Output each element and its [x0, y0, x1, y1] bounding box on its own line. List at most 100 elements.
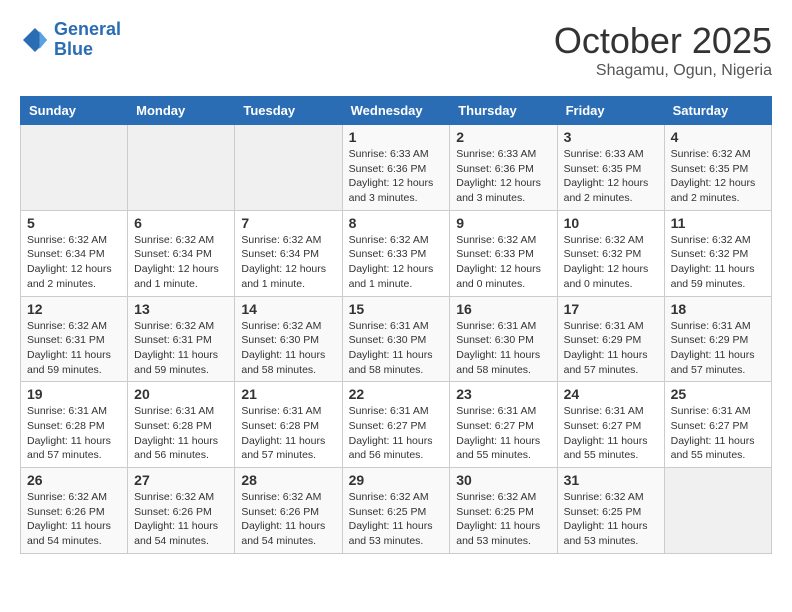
day-info: Sunrise: 6:32 AMSunset: 6:25 PMDaylight:… [456, 490, 550, 549]
calendar-cell: 1 Sunrise: 6:33 AMSunset: 6:36 PMDaylight… [342, 125, 450, 211]
day-number: 21 [241, 386, 335, 402]
header-friday: Friday [557, 97, 664, 125]
day-number: 2 [456, 129, 550, 145]
calendar-cell: 25 Sunrise: 6:31 AMSunset: 6:27 PMDayligh… [664, 382, 771, 468]
day-info: Sunrise: 6:31 AMSunset: 6:27 PMDaylight:… [456, 404, 550, 463]
calendar-week-1: 1 Sunrise: 6:33 AMSunset: 6:36 PMDaylight… [21, 125, 772, 211]
day-number: 23 [456, 386, 550, 402]
calendar-table: SundayMondayTuesdayWednesdayThursdayFrid… [20, 96, 772, 554]
calendar-cell: 10 Sunrise: 6:32 AMSunset: 6:32 PMDayligh… [557, 210, 664, 296]
calendar-cell: 15 Sunrise: 6:31 AMSunset: 6:30 PMDayligh… [342, 296, 450, 382]
day-info: Sunrise: 6:31 AMSunset: 6:30 PMDaylight:… [456, 319, 550, 378]
day-info: Sunrise: 6:33 AMSunset: 6:36 PMDaylight:… [349, 147, 444, 206]
day-number: 30 [456, 472, 550, 488]
day-number: 4 [671, 129, 765, 145]
calendar-cell: 23 Sunrise: 6:31 AMSunset: 6:27 PMDayligh… [450, 382, 557, 468]
day-number: 15 [349, 301, 444, 317]
day-info: Sunrise: 6:32 AMSunset: 6:33 PMDaylight:… [349, 233, 444, 292]
header-sunday: Sunday [21, 97, 128, 125]
day-info: Sunrise: 6:31 AMSunset: 6:29 PMDaylight:… [564, 319, 658, 378]
calendar-cell: 3Sunrise: 6:33 AMSunset: 6:35 PMDaylight… [557, 125, 664, 211]
day-number: 13 [134, 301, 228, 317]
day-info: Sunrise: 6:32 AMSunset: 6:31 PMDaylight:… [134, 319, 228, 378]
calendar-cell: 6 Sunrise: 6:32 AMSunset: 6:34 PMDaylight… [128, 210, 235, 296]
day-info: Sunrise: 6:32 AMSunset: 6:34 PMDaylight:… [241, 233, 335, 292]
day-number: 29 [349, 472, 444, 488]
calendar-cell: 14Sunrise: 6:32 AMSunset: 6:30 PMDayligh… [235, 296, 342, 382]
header-saturday: Saturday [664, 97, 771, 125]
calendar-cell: 13 Sunrise: 6:32 AMSunset: 6:31 PMDayligh… [128, 296, 235, 382]
header-wednesday: Wednesday [342, 97, 450, 125]
day-info: Sunrise: 6:31 AMSunset: 6:30 PMDaylight:… [349, 319, 444, 378]
calendar-week-4: 19Sunrise: 6:31 AMSunset: 6:28 PMDayligh… [21, 382, 772, 468]
day-info: Sunrise: 6:32 AMSunset: 6:26 PMDaylight:… [134, 490, 228, 549]
calendar-cell: 5 Sunrise: 6:32 AMSunset: 6:34 PMDaylight… [21, 210, 128, 296]
calendar-week-3: 12 Sunrise: 6:32 AMSunset: 6:31 PMDayligh… [21, 296, 772, 382]
day-info: Sunrise: 6:31 AMSunset: 6:28 PMDaylight:… [27, 404, 121, 463]
day-number: 8 [349, 215, 444, 231]
calendar-cell: 12 Sunrise: 6:32 AMSunset: 6:31 PMDayligh… [21, 296, 128, 382]
calendar-cell: 20 Sunrise: 6:31 AMSunset: 6:28 PMDayligh… [128, 382, 235, 468]
day-info: Sunrise: 6:33 AMSunset: 6:36 PMDaylight:… [456, 147, 550, 206]
logo-icon [20, 25, 50, 55]
day-info: Sunrise: 6:32 AMSunset: 6:26 PMDaylight:… [241, 490, 335, 549]
day-number: 27 [134, 472, 228, 488]
calendar-cell [664, 468, 771, 554]
logo-text: General Blue [54, 20, 121, 60]
day-number: 26 [27, 472, 121, 488]
day-info: Sunrise: 6:32 AMSunset: 6:34 PMDaylight:… [27, 233, 121, 292]
calendar-cell: 17 Sunrise: 6:31 AMSunset: 6:29 PMDayligh… [557, 296, 664, 382]
day-number: 20 [134, 386, 228, 402]
day-info: Sunrise: 6:31 AMSunset: 6:29 PMDaylight:… [671, 319, 765, 378]
day-info: Sunrise: 6:32 AMSunset: 6:32 PMDaylight:… [671, 233, 765, 292]
day-number: 16 [456, 301, 550, 317]
day-number: 12 [27, 301, 121, 317]
calendar-cell: 18Sunrise: 6:31 AMSunset: 6:29 PMDayligh… [664, 296, 771, 382]
day-info: Sunrise: 6:31 AMSunset: 6:28 PMDaylight:… [134, 404, 228, 463]
calendar-cell: 4Sunrise: 6:32 AMSunset: 6:35 PMDaylight… [664, 125, 771, 211]
calendar-cell: 8 Sunrise: 6:32 AMSunset: 6:33 PMDaylight… [342, 210, 450, 296]
day-number: 10 [564, 215, 658, 231]
calendar-cell: 27 Sunrise: 6:32 AMSunset: 6:26 PMDayligh… [128, 468, 235, 554]
header-tuesday: Tuesday [235, 97, 342, 125]
day-number: 5 [27, 215, 121, 231]
calendar-cell [21, 125, 128, 211]
day-number: 1 [349, 129, 444, 145]
calendar-cell: 11 Sunrise: 6:32 AMSunset: 6:32 PMDayligh… [664, 210, 771, 296]
calendar-week-5: 26 Sunrise: 6:32 AMSunset: 6:26 PMDayligh… [21, 468, 772, 554]
calendar-cell: 2 Sunrise: 6:33 AMSunset: 6:36 PMDaylight… [450, 125, 557, 211]
day-info: Sunrise: 6:32 AMSunset: 6:26 PMDaylight:… [27, 490, 121, 549]
day-info: Sunrise: 6:31 AMSunset: 6:27 PMDaylight:… [671, 404, 765, 463]
calendar-cell: 22 Sunrise: 6:31 AMSunset: 6:27 PMDayligh… [342, 382, 450, 468]
day-number: 17 [564, 301, 658, 317]
header-thursday: Thursday [450, 97, 557, 125]
calendar-cell: 7 Sunrise: 6:32 AMSunset: 6:34 PMDaylight… [235, 210, 342, 296]
calendar-cell: 19Sunrise: 6:31 AMSunset: 6:28 PMDayligh… [21, 382, 128, 468]
day-number: 24 [564, 386, 658, 402]
day-info: Sunrise: 6:32 AMSunset: 6:25 PMDaylight:… [349, 490, 444, 549]
day-info: Sunrise: 6:31 AMSunset: 6:27 PMDaylight:… [349, 404, 444, 463]
day-number: 6 [134, 215, 228, 231]
day-number: 11 [671, 215, 765, 231]
day-info: Sunrise: 6:32 AMSunset: 6:30 PMDaylight:… [241, 319, 335, 378]
calendar-cell: 28 Sunrise: 6:32 AMSunset: 6:26 PMDayligh… [235, 468, 342, 554]
day-number: 25 [671, 386, 765, 402]
page-header: General Blue October 2025 Shagamu, Ogun,… [20, 20, 772, 80]
day-number: 7 [241, 215, 335, 231]
day-info: Sunrise: 6:33 AMSunset: 6:35 PMDaylight:… [564, 147, 658, 206]
day-info: Sunrise: 6:31 AMSunset: 6:28 PMDaylight:… [241, 404, 335, 463]
calendar-cell: 29 Sunrise: 6:32 AMSunset: 6:25 PMDayligh… [342, 468, 450, 554]
day-info: Sunrise: 6:32 AMSunset: 6:31 PMDaylight:… [27, 319, 121, 378]
day-info: Sunrise: 6:32 AMSunset: 6:25 PMDaylight:… [564, 490, 658, 549]
month-title: October 2025 [554, 20, 772, 62]
calendar-cell: 16 Sunrise: 6:31 AMSunset: 6:30 PMDayligh… [450, 296, 557, 382]
day-number: 28 [241, 472, 335, 488]
day-number: 22 [349, 386, 444, 402]
day-info: Sunrise: 6:31 AMSunset: 6:27 PMDaylight:… [564, 404, 658, 463]
day-info: Sunrise: 6:32 AMSunset: 6:34 PMDaylight:… [134, 233, 228, 292]
day-info: Sunrise: 6:32 AMSunset: 6:33 PMDaylight:… [456, 233, 550, 292]
day-info: Sunrise: 6:32 AMSunset: 6:32 PMDaylight:… [564, 233, 658, 292]
calendar-header: SundayMondayTuesdayWednesdayThursdayFrid… [21, 97, 772, 125]
title-block: October 2025 Shagamu, Ogun, Nigeria [554, 20, 772, 80]
calendar-week-2: 5 Sunrise: 6:32 AMSunset: 6:34 PMDaylight… [21, 210, 772, 296]
